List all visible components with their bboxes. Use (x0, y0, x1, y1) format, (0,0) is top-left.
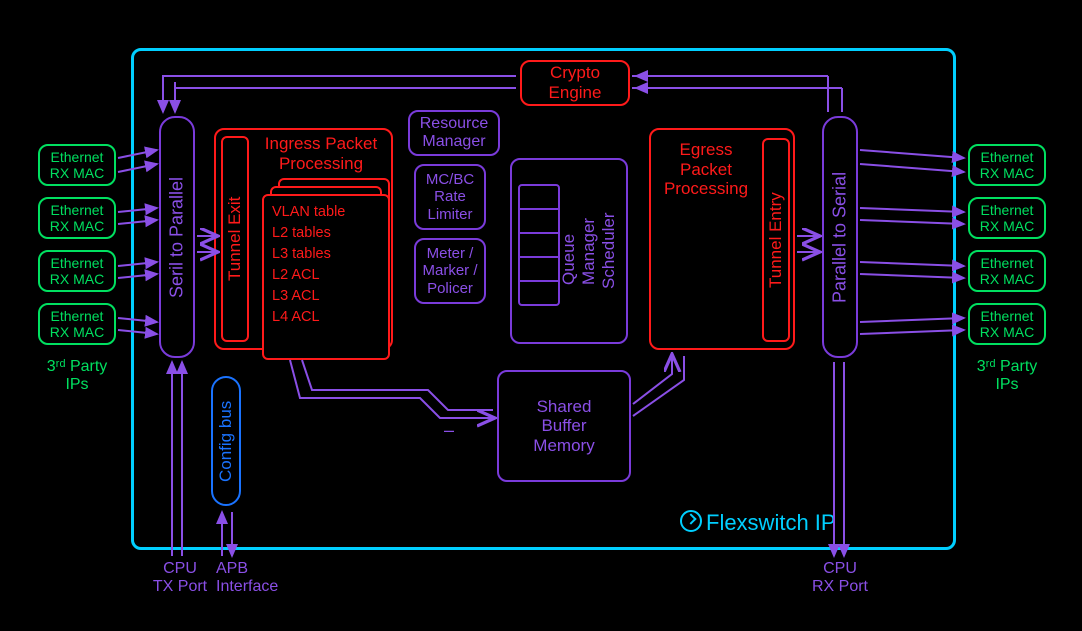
arrows-layer (0, 0, 1082, 631)
